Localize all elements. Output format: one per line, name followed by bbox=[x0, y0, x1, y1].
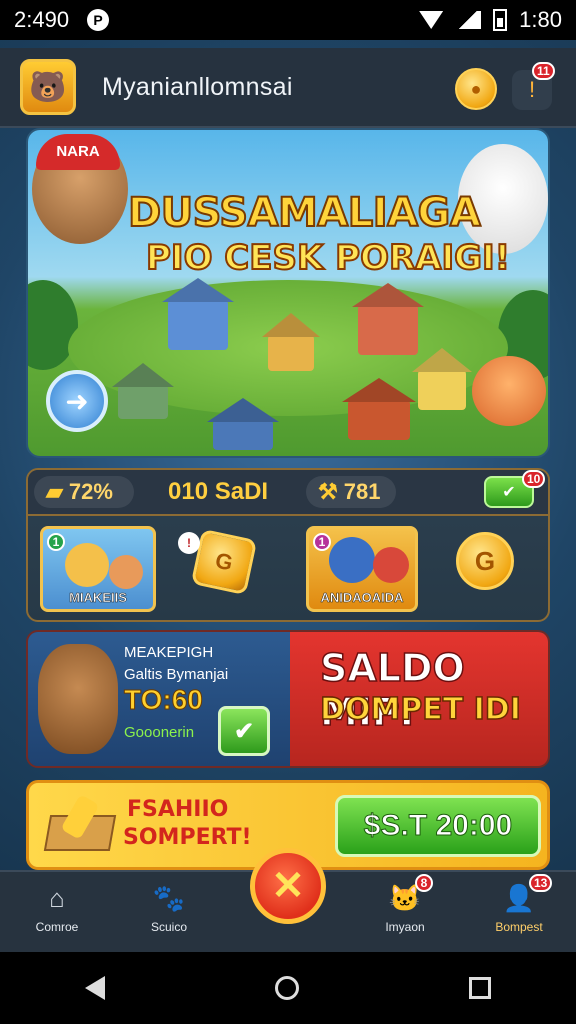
notification-button[interactable]: ! 11 bbox=[512, 62, 555, 110]
hero-subtitle: PIO CESK PORAIGI! bbox=[145, 237, 511, 279]
home-icon: ⌂ bbox=[49, 882, 65, 913]
house-blue bbox=[168, 300, 228, 350]
wallet-amount: TO:60 bbox=[124, 684, 204, 716]
wallet-line1: MEAKEPIGH bbox=[124, 644, 214, 661]
topup-title-line2: SOMPERT! bbox=[123, 825, 252, 850]
stats-row: ▰ 72% 010 SaDI ⚒ 781 ✔ 10 bbox=[28, 470, 548, 516]
stats-panel: ▰ 72% 010 SaDI ⚒ 781 ✔ 10 1 MIAKEIIS G !… bbox=[26, 468, 550, 622]
profile-icon: 👤 13 bbox=[499, 874, 553, 916]
home-circle-icon[interactable] bbox=[275, 976, 299, 1000]
topup-title-line1: FSAHIIO bbox=[127, 797, 229, 822]
wallet-card[interactable]: MEAKEPIGH Galtis Bymanjai TO:60 Goooneri… bbox=[26, 630, 550, 768]
nav-label: Comroe bbox=[35, 920, 79, 934]
mascot-cap: NARA bbox=[36, 134, 120, 170]
wallet-confirm-button[interactable]: ✔ bbox=[218, 706, 270, 756]
recents-icon[interactable] bbox=[469, 977, 491, 999]
claim-button[interactable]: ✔ 10 bbox=[484, 470, 546, 508]
signal-icon bbox=[455, 11, 482, 29]
wallet-saldo-panel: SALDO MIPI DOMPET IDI bbox=[290, 632, 548, 766]
package-icon bbox=[43, 794, 117, 853]
house-shop bbox=[348, 400, 410, 440]
nav-label: Bompest bbox=[495, 920, 543, 934]
battery-icon bbox=[493, 9, 508, 31]
character-avatar bbox=[109, 555, 143, 589]
card-left-badge: 1 bbox=[47, 533, 65, 551]
app-screen: 🐻 Myanianllomnsai ● ! 11 NARA DUSSAMALIA… bbox=[0, 40, 576, 952]
card-right-badge: 1 bbox=[313, 533, 331, 551]
house-yellow bbox=[268, 335, 314, 371]
nav-badge: 13 bbox=[529, 874, 553, 892]
notification-icon: P bbox=[87, 9, 110, 31]
app-title: Myanianllomnsai bbox=[102, 72, 293, 101]
house-red bbox=[358, 305, 418, 355]
card-left[interactable]: 1 MIAKEIIS bbox=[40, 526, 156, 612]
status-time: 2:490 bbox=[14, 7, 70, 32]
top-bar: 🐻 Myanianllomnsai ● ! 11 bbox=[0, 48, 576, 128]
gold-bar-icon: ▰ bbox=[46, 479, 63, 504]
gold-label: 010 SaDI bbox=[168, 478, 269, 505]
check-icon: ✔ bbox=[233, 717, 255, 745]
back-icon[interactable] bbox=[85, 976, 105, 1000]
coin-button[interactable]: ● bbox=[455, 68, 497, 110]
house-pool bbox=[213, 420, 273, 450]
nav-label: Scuico bbox=[150, 920, 188, 934]
nav-item-home[interactable]: ⌂ Comroe bbox=[12, 880, 102, 946]
coin-stat-value: 72% bbox=[68, 479, 113, 504]
card-left-label: MIAKEIIS bbox=[69, 590, 127, 606]
arrow-left-icon[interactable]: ➜ bbox=[46, 370, 108, 432]
second-stat-value: 781 bbox=[343, 479, 381, 504]
wifi-icon bbox=[419, 11, 444, 29]
house-small bbox=[418, 370, 466, 410]
exclamation-icon: ! bbox=[528, 77, 536, 102]
status-bar: 2:490 P 1:80 bbox=[0, 0, 576, 40]
saldo-subtitle: DOMPET IDI bbox=[319, 691, 521, 728]
coin-tile[interactable]: G bbox=[190, 528, 258, 596]
check-icon: ✔ bbox=[502, 484, 516, 501]
topup-button[interactable]: $S.T 20:00 bbox=[335, 795, 541, 857]
wallet-info-panel: MEAKEPIGH Galtis Bymanjai TO:60 Goooneri… bbox=[28, 632, 290, 766]
second-stat[interactable]: ⚒ 781 bbox=[306, 476, 396, 508]
character-avatar bbox=[65, 543, 109, 587]
coin-stat[interactable]: ▰ 72% bbox=[34, 476, 134, 508]
hero-mascot-left: NARA bbox=[32, 134, 128, 244]
avatar[interactable]: 🐻 bbox=[20, 59, 76, 115]
card-right[interactable]: 1 ANIDAOAIDA bbox=[306, 526, 418, 612]
nav-item-pet[interactable]: 🐾 Scuico bbox=[124, 880, 214, 946]
gold-coin-icon[interactable]: G bbox=[456, 532, 514, 590]
character-avatar bbox=[329, 537, 375, 583]
wallet-mascot bbox=[38, 644, 118, 754]
wallet-green-text: Gooonerin bbox=[124, 724, 195, 741]
claim-badge: 10 bbox=[522, 470, 546, 488]
nav-item-profile[interactable]: 👤 13 Bompest bbox=[474, 874, 564, 946]
wallet-line2: Galtis Bymanjai bbox=[124, 666, 229, 683]
card-right-label: ANIDAOAIDA bbox=[320, 590, 404, 606]
nav-item-cat[interactable]: 🐱 8 Imyaon bbox=[360, 874, 450, 946]
nav-badge: 8 bbox=[415, 874, 433, 892]
pet-icon: 🐾 bbox=[152, 882, 186, 913]
nav-label: Imyaon bbox=[385, 920, 425, 934]
notification-badge: 11 bbox=[532, 62, 555, 80]
coin-tile-indicator: ! bbox=[178, 532, 200, 554]
hero-mascot-fox bbox=[472, 356, 546, 426]
house-green bbox=[118, 385, 168, 419]
cross-icon: ✕ bbox=[271, 864, 305, 908]
hero-title: DUSSAMALIAGA bbox=[127, 189, 482, 237]
system-nav-bar bbox=[0, 952, 576, 1024]
hammer-icon: ⚒ bbox=[318, 479, 338, 504]
character-avatar bbox=[373, 547, 409, 583]
center-action-button[interactable]: ✕ bbox=[250, 848, 326, 924]
hero-banner[interactable]: NARA DUSSAMALIAGA PIO CESK PORAIGI! ➜ bbox=[26, 128, 550, 458]
status-clock: 1:80 bbox=[519, 7, 562, 32]
cat-icon: 🐱 8 bbox=[385, 874, 433, 916]
